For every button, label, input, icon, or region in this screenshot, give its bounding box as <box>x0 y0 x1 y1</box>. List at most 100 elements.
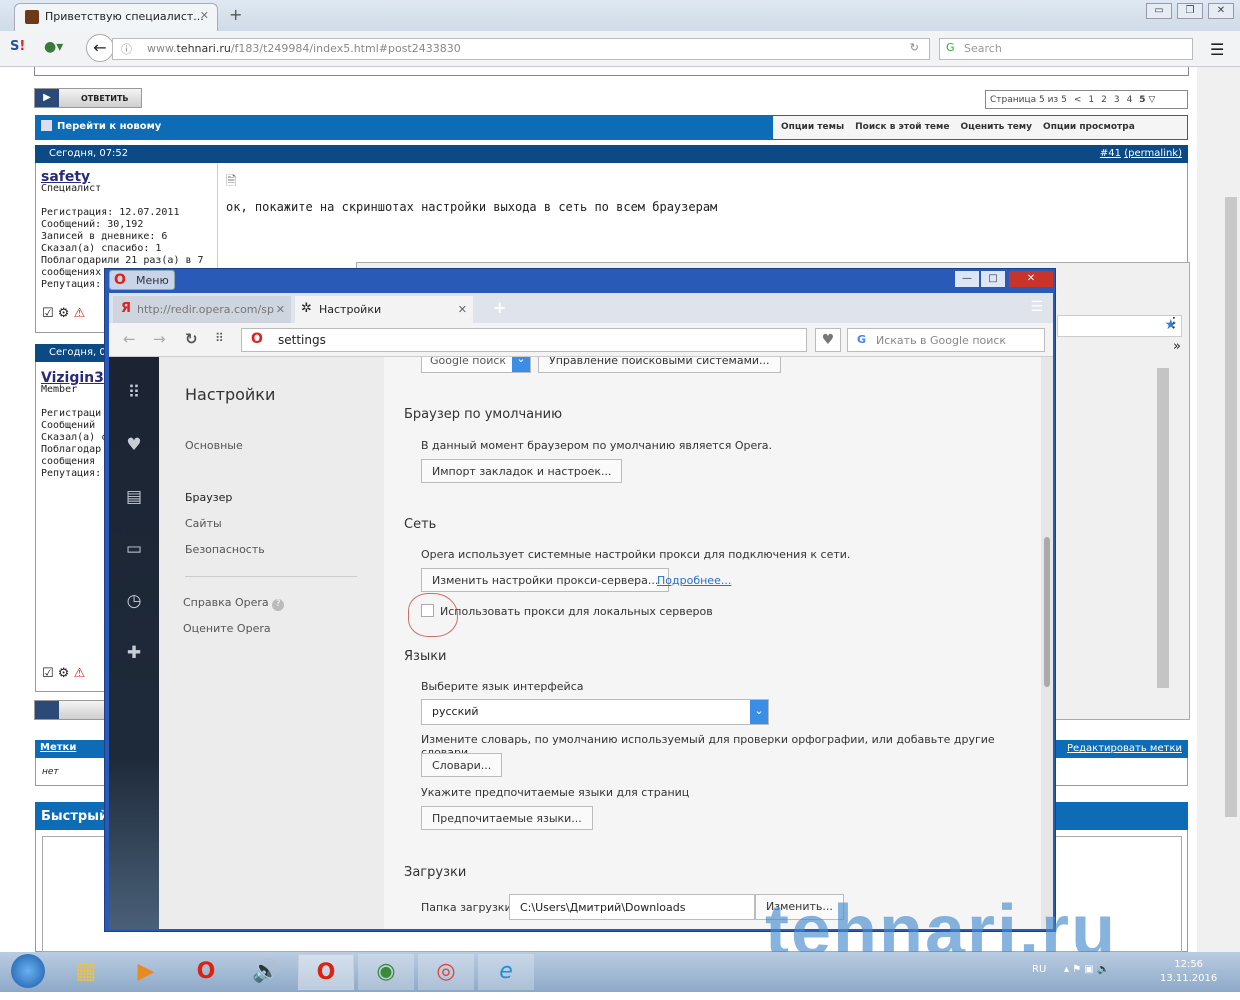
google-search-input[interactable]: G Искать в Google поиск <box>847 328 1045 352</box>
close-tab-icon[interactable]: ✕ <box>458 303 467 316</box>
reload-icon[interactable]: ↻ <box>910 41 919 54</box>
internet-explorer-icon[interactable]: e <box>478 954 534 990</box>
post-header: Сегодня, 07:52 #41 (permalink) <box>35 145 1188 163</box>
maximize-button[interactable]: ❐ <box>1177 3 1203 19</box>
nav-basic[interactable]: Основные <box>185 439 243 452</box>
nav-security[interactable]: Безопасность <box>185 543 265 556</box>
search-thread-menu[interactable]: Поиск в этой теме <box>855 122 949 132</box>
opera-icon[interactable]: O <box>178 954 234 990</box>
nav-help[interactable]: Справка Opera ? <box>183 596 285 611</box>
post-number-link[interactable]: #41 <box>1100 148 1121 159</box>
explorer-icon[interactable]: ▦ <box>58 954 114 990</box>
close-tab-icon[interactable]: ✕ <box>275 303 285 316</box>
devices-icon[interactable]: ▭ <box>109 539 159 559</box>
back-button[interactable]: ← <box>86 34 114 62</box>
start-button[interactable] <box>0 954 56 990</box>
speed-dial-icon[interactable]: ⠿ <box>109 383 159 403</box>
tab-menu-icon[interactable]: ☰ <box>1030 299 1043 315</box>
close-tab-icon[interactable]: ✕ <box>200 9 209 22</box>
reload-icon[interactable]: ↻ <box>185 330 198 348</box>
chrome-icon[interactable]: ◎ <box>418 954 474 990</box>
pager-prev[interactable]: < <box>1074 95 1082 105</box>
proxy-settings-button[interactable]: Изменить настройки прокси-сервера... <box>421 568 670 592</box>
language-indicator[interactable]: RU <box>1032 964 1046 975</box>
opera-active-icon[interactable]: O <box>298 954 354 990</box>
forward-icon[interactable]: → <box>153 330 166 348</box>
info-icon[interactable]: ⓘ <box>121 41 132 57</box>
clock[interactable]: 12:56 13.11.2016 <box>1160 958 1217 986</box>
nav-sites[interactable]: Сайты <box>185 517 222 530</box>
search-engine-select[interactable]: Google поиск ⌄ <box>421 357 531 373</box>
maximize-button[interactable]: □ <box>981 271 1005 287</box>
settings-scrollbar[interactable] <box>1041 357 1053 929</box>
permalink-link[interactable]: (permalink) <box>1124 148 1182 159</box>
thread-options-menu[interactable]: Опции темы <box>781 122 844 132</box>
hamburger-menu-icon[interactable]: ☰ <box>1210 40 1224 59</box>
preferred-languages-button[interactable]: Предпочитаемые языки... <box>421 806 593 830</box>
news-icon[interactable]: ▤ <box>109 487 159 507</box>
date: 13.11.2016 <box>1160 973 1218 984</box>
settings-nav: Настройки Основные Браузер Сайты Безопас… <box>159 357 384 929</box>
addon-icon[interactable]: S! <box>10 39 25 54</box>
media-player-icon[interactable]: ▶ <box>118 954 174 990</box>
manage-engines-button[interactable]: Управление поисковыми системами... <box>538 357 781 373</box>
close-window-button[interactable]: ✕ <box>1009 271 1053 287</box>
url-bar[interactable]: www.tehnari.ru/f183/t249984/index5.html#… <box>112 38 930 60</box>
pager-page[interactable]: 4 <box>1127 95 1133 105</box>
address-input[interactable]: Osettings <box>241 328 807 352</box>
reply-button[interactable]: ▶ ОТВЕТИТЬ <box>34 88 142 108</box>
dictionaries-button[interactable]: Словари... <box>421 753 503 777</box>
history-icon[interactable]: ◷ <box>109 591 159 611</box>
bg-scrollbar[interactable] <box>1157 368 1169 688</box>
pager-page[interactable]: 3 <box>1114 95 1120 105</box>
post-icon: 🗎 <box>226 174 237 189</box>
view-options-menu[interactable]: Опции просмотра <box>1043 122 1135 132</box>
minimize-button[interactable]: — <box>955 271 979 287</box>
search-input[interactable]: G Search <box>939 38 1193 60</box>
heart-icon[interactable]: ♥ <box>109 435 159 455</box>
pager-dropdown-icon[interactable]: ▽ <box>1148 95 1155 105</box>
browser-tab[interactable]: Приветствую специалист... ✕ <box>14 3 218 31</box>
speed-dial-icon[interactable]: ⠿ <box>215 331 224 345</box>
goto-new-link[interactable]: Перейти к новому <box>57 121 161 132</box>
rate-thread-menu[interactable]: Оценить тему <box>961 122 1033 132</box>
minimize-button[interactable]: ▭ <box>1146 3 1172 19</box>
chevron-right-icon[interactable]: » <box>1173 339 1181 354</box>
username-link[interactable]: safety <box>41 170 211 184</box>
favicon-icon <box>25 10 39 24</box>
scroll-thumb[interactable] <box>1044 537 1050 687</box>
user-action-icons[interactable]: ☑ ⚙ ⚠ <box>42 306 85 321</box>
new-tab-button[interactable]: + <box>229 5 242 24</box>
nav-browser[interactable]: Браузер <box>185 491 232 504</box>
extensions-icon[interactable]: ✚ <box>109 643 159 663</box>
username-link[interactable]: Vizigin3 <box>41 371 107 385</box>
opera-menu-button[interactable]: O Меню <box>109 270 175 290</box>
globe-app-icon[interactable]: ◉ <box>358 954 414 990</box>
speaker-app-icon[interactable]: 🔊 <box>238 954 294 990</box>
page-scrollbar[interactable] <box>1197 67 1240 952</box>
pager-label: Страница 5 из 5 <box>990 95 1067 105</box>
close-window-button[interactable]: ✕ <box>1208 3 1234 19</box>
import-button[interactable]: Импорт закладок и настроек... <box>421 459 623 483</box>
back-icon[interactable]: ← <box>123 330 136 348</box>
new-tab-button[interactable]: + <box>493 298 506 317</box>
opera-window: O Меню — □ ✕ Яhttp://redir.opera.com/sp ✕ … <box>104 268 1056 932</box>
edit-tags-link[interactable]: Редактировать метки <box>1067 743 1182 754</box>
more-icon[interactable]: ⋮ <box>1167 315 1181 331</box>
pager-page[interactable]: 1 <box>1088 95 1094 105</box>
tags-label[interactable]: Метки <box>40 742 76 753</box>
heart-bookmark-icon[interactable]: ♥ <box>815 328 841 352</box>
search-engine-icon: G <box>946 41 955 54</box>
user-action-icons[interactable]: ☑ ⚙ ⚠ <box>42 666 85 681</box>
nav-rate[interactable]: Оцените Opera <box>183 622 271 635</box>
tab-settings[interactable]: ✲ Настройки ✕ <box>295 296 473 323</box>
scroll-thumb[interactable] <box>1225 197 1237 817</box>
user-stat: Сообщений <box>41 420 96 431</box>
pager-page[interactable]: 2 <box>1101 95 1107 105</box>
download-folder-input[interactable]: C:\Users\Дмитрий\Downloads <box>509 894 755 920</box>
more-info-link[interactable]: Подробнее... <box>657 574 731 587</box>
language-select[interactable]: русский ⌄ <box>421 699 769 725</box>
tray-icons[interactable]: ▴ ⚑ ▣ 🔈 <box>1064 964 1109 975</box>
addon-menu-icon[interactable]: ●▾ <box>44 39 63 55</box>
tab-yandex[interactable]: Яhttp://redir.opera.com/sp ✕ <box>113 296 291 323</box>
